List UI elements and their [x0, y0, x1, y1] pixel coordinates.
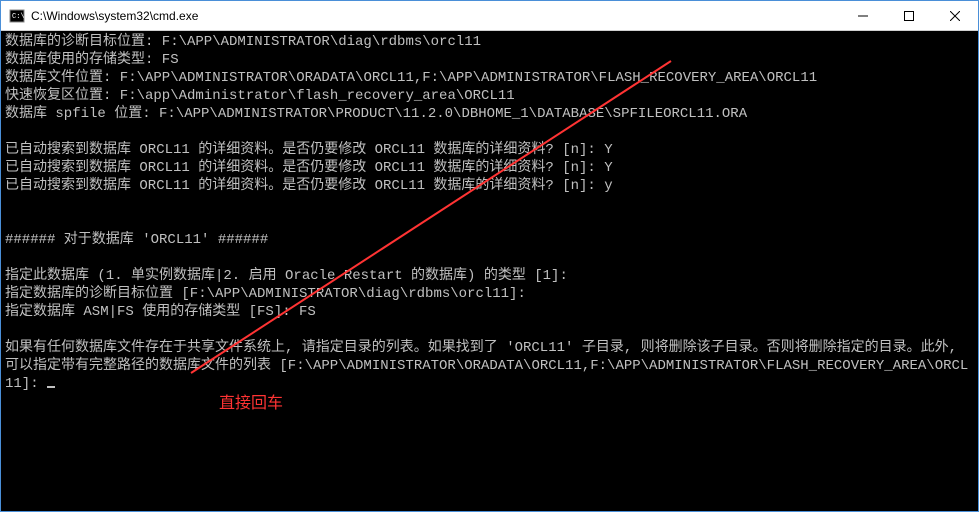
terminal-line: 快速恢复区位置: F:\app\Administrator\flash_reco… [5, 88, 515, 104]
cursor [47, 386, 55, 388]
window-controls [840, 1, 978, 30]
titlebar[interactable]: C:\ C:\Windows\system32\cmd.exe [1, 1, 978, 31]
terminal-line: 数据库的诊断目标位置: F:\APP\ADMINISTRATOR\diag\rd… [5, 34, 481, 50]
minimize-button[interactable] [840, 1, 886, 30]
terminal-line: 已自动搜索到数据库 ORCL11 的详细资料。是否仍要修改 ORCL11 数据库… [5, 142, 613, 158]
maximize-button[interactable] [886, 1, 932, 30]
terminal-output[interactable]: 数据库的诊断目标位置: F:\APP\ADMINISTRATOR\diag\rd… [1, 31, 978, 511]
terminal-line: 数据库使用的存储类型: FS [5, 52, 179, 68]
terminal-line: 指定此数据库 (1. 单实例数据库|2. 启用 Oracle Restart 的… [5, 268, 568, 284]
terminal-line: 如果有任何数据库文件存在于共享文件系统上, 请指定目录的列表。如果找到了 'OR… [5, 340, 968, 392]
terminal-line: 数据库 spfile 位置: F:\APP\ADMINISTRATOR\PROD… [5, 106, 747, 122]
terminal-line: 指定数据库的诊断目标位置 [F:\APP\ADMINISTRATOR\diag\… [5, 286, 526, 302]
terminal-line: 数据库文件位置: F:\APP\ADMINISTRATOR\ORADATA\OR… [5, 70, 817, 86]
cmd-window: C:\ C:\Windows\system32\cmd.exe 数据库的诊断目标… [0, 0, 979, 512]
terminal-line: 已自动搜索到数据库 ORCL11 的详细资料。是否仍要修改 ORCL11 数据库… [5, 160, 613, 176]
svg-text:C:\: C:\ [12, 13, 25, 21]
window-title: C:\Windows\system32\cmd.exe [31, 9, 840, 23]
cmd-icon: C:\ [9, 8, 25, 24]
terminal-line: 指定数据库 ASM|FS 使用的存储类型 [FS]: FS [5, 304, 316, 320]
terminal-line: 已自动搜索到数据库 ORCL11 的详细资料。是否仍要修改 ORCL11 数据库… [5, 178, 613, 194]
close-button[interactable] [932, 1, 978, 30]
terminal-line: ###### 对于数据库 'ORCL11' ###### [5, 232, 268, 248]
